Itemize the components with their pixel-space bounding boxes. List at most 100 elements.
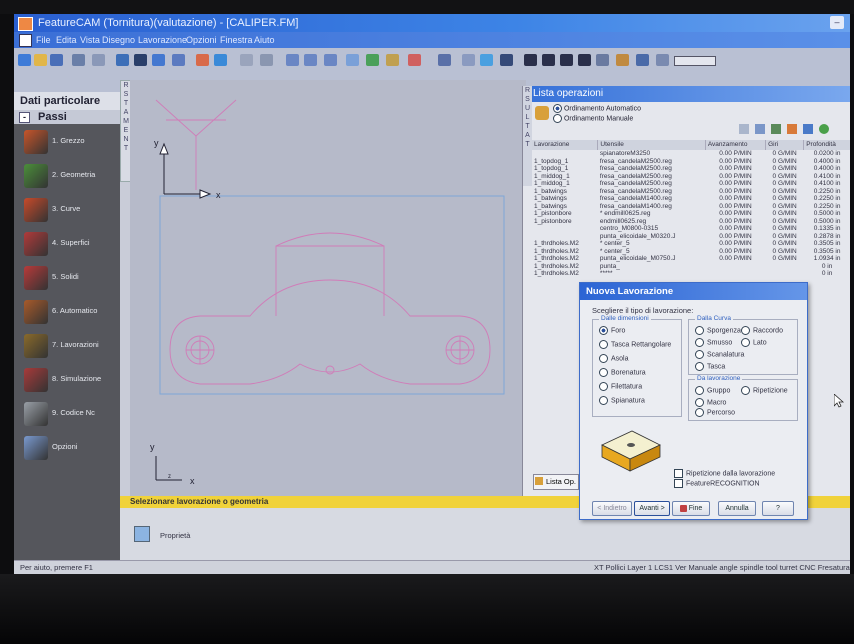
render-icon[interactable] bbox=[214, 54, 227, 66]
table-row[interactable]: 1_topdog_1 fresa_candelaM2500.reg 0.00 P/M… bbox=[532, 165, 850, 173]
step-item-9[interactable]: 9. Codice Nc bbox=[20, 400, 120, 430]
simulate-icon[interactable] bbox=[408, 54, 421, 66]
save-icon[interactable] bbox=[50, 54, 63, 66]
column-header[interactable]: Avanzamento bbox=[705, 140, 767, 150]
table-row[interactable]: 1_pistonbore * endmill0625.reg 0.00 P/MIN 0… bbox=[532, 210, 850, 218]
finish-button[interactable]: Fine bbox=[672, 501, 710, 516]
lock-icon[interactable] bbox=[535, 106, 549, 120]
option-gruppo[interactable]: Gruppo bbox=[695, 386, 730, 395]
table-row[interactable]: 1_thrdholes.M2 punta_elicoidale_M0750.J 0.… bbox=[532, 255, 850, 263]
radio-button[interactable] bbox=[695, 326, 704, 335]
step-item-3[interactable]: 3. Curve bbox=[20, 196, 120, 226]
toolbar-icon-2[interactable] bbox=[755, 124, 765, 134]
feature-icon[interactable] bbox=[346, 54, 359, 66]
option-sporgenza[interactable]: Sporgenza bbox=[695, 326, 741, 335]
table-row[interactable]: 1_batwings fresa_candelaM2500.reg 0.00 P/M… bbox=[532, 188, 850, 196]
repeat-checkbox-row[interactable]: Ripetizione dalla lavorazione bbox=[674, 469, 775, 478]
option-tasca-rettangolare[interactable]: Tasca Rettangolare bbox=[599, 340, 671, 349]
toolpath-icon[interactable] bbox=[386, 54, 399, 66]
table-row[interactable]: centro_M0800-0315 0.00 P/MIN 0 G/MIN 0.1335… bbox=[532, 225, 850, 233]
graphics-viewport[interactable]: y x y x z bbox=[130, 80, 526, 506]
step-item-7[interactable]: 7. Lavorazioni bbox=[20, 332, 120, 362]
speed-slider[interactable] bbox=[674, 56, 716, 66]
option-foro[interactable]: Foro bbox=[599, 326, 625, 335]
table-row[interactable]: 1_batwings fresa_candelaM1400.reg 0.00 P/M… bbox=[532, 195, 850, 203]
step-icon[interactable] bbox=[578, 54, 591, 66]
up-arrow-icon[interactable] bbox=[438, 54, 451, 66]
open-folder-icon[interactable] bbox=[34, 54, 47, 66]
option-percorso[interactable]: Percorso bbox=[695, 408, 735, 417]
pan-icon[interactable] bbox=[116, 54, 129, 66]
sort-auto-radio[interactable] bbox=[553, 104, 562, 113]
column-header[interactable]: Giri bbox=[765, 140, 805, 150]
stop-icon[interactable] bbox=[524, 54, 537, 66]
help-button[interactable]: ? bbox=[762, 501, 794, 516]
radio-button[interactable] bbox=[741, 386, 750, 395]
step-item-6[interactable]: 6. Automatico bbox=[20, 298, 120, 328]
radio-button[interactable] bbox=[695, 350, 704, 359]
table-row[interactable]: 1_pistonbore endmill0625.reg 0.00 P/MIN 0 G… bbox=[532, 218, 850, 226]
line-icon[interactable] bbox=[260, 54, 273, 66]
step-item-1[interactable]: 1. Grezzo bbox=[20, 128, 120, 158]
step-item-10[interactable]: Opzioni bbox=[20, 434, 120, 464]
option-raccordo[interactable]: Raccordo bbox=[741, 326, 783, 335]
menu-machining[interactable]: Lavorazione bbox=[138, 32, 187, 48]
recognition-checkbox-row[interactable]: FeatureRECOGNITION bbox=[674, 479, 760, 488]
next-button[interactable]: Avanti > bbox=[634, 501, 670, 516]
collapse-toggle[interactable]: - bbox=[19, 112, 30, 123]
table-row[interactable]: spianatoreM3250 0.00 P/MIN 0 G/MIN 0.0200 i… bbox=[532, 150, 850, 158]
tool-icon[interactable] bbox=[596, 54, 609, 66]
results-vertical-tab[interactable]: R S U L T A T bbox=[523, 86, 532, 186]
table-row[interactable]: 1_thrdholes.M2 punta_ 0 in bbox=[532, 263, 850, 271]
arc-icon[interactable] bbox=[304, 54, 317, 66]
select-icon[interactable] bbox=[152, 54, 165, 66]
play-icon[interactable] bbox=[542, 54, 555, 66]
undo-icon[interactable] bbox=[92, 54, 105, 66]
step-item-2[interactable]: 2. Geometria bbox=[20, 162, 120, 192]
menu-view[interactable]: Vista bbox=[80, 32, 100, 48]
properties-label[interactable]: Proprietà bbox=[160, 531, 190, 540]
table-row[interactable]: 1_thrdholes.M2 ***** 0 in bbox=[532, 270, 850, 278]
print-icon[interactable] bbox=[72, 54, 85, 66]
radio-button[interactable] bbox=[741, 338, 750, 347]
stock-view-icon[interactable] bbox=[616, 54, 629, 66]
table-row[interactable]: punta_elicoidale_M0320.J 0.00 P/MIN 0 G/MI… bbox=[532, 233, 850, 241]
radio-button[interactable] bbox=[599, 382, 608, 391]
recognition-checkbox[interactable] bbox=[674, 479, 683, 488]
radio-button[interactable] bbox=[695, 398, 704, 407]
table-row[interactable]: 1_topdog_1 fresa_candelaM2500.reg 0.00 P/M… bbox=[532, 158, 850, 166]
back-button[interactable]: < Indietro bbox=[592, 501, 632, 516]
menu-edit[interactable]: Edita bbox=[56, 32, 77, 48]
option-ripetizione[interactable]: Ripetizione bbox=[741, 386, 788, 395]
radio-button[interactable] bbox=[599, 396, 608, 405]
table-row[interactable]: 1_batwings fresa_candelaM1400.reg 0.00 P/M… bbox=[532, 203, 850, 211]
radio-button[interactable] bbox=[599, 340, 608, 349]
radio-button[interactable] bbox=[695, 408, 704, 417]
toolbar-icon-4[interactable] bbox=[787, 124, 797, 134]
table-row[interactable]: 1_middog_1 fresa_candelaM2500.reg 0.00 P/M… bbox=[532, 180, 850, 188]
option-macro[interactable]: Macro bbox=[695, 398, 726, 407]
cancel-button[interactable]: Annulla bbox=[718, 501, 756, 516]
option-spianatura[interactable]: Spianatura bbox=[599, 396, 645, 405]
option-smusso[interactable]: Smusso bbox=[695, 338, 732, 347]
view-icon[interactable] bbox=[196, 54, 209, 66]
sort-auto-option[interactable]: Ordinamento Automatico bbox=[553, 104, 641, 113]
radio-button[interactable] bbox=[741, 326, 750, 335]
repeat-checkbox[interactable] bbox=[674, 469, 683, 478]
chain-icon[interactable] bbox=[324, 54, 337, 66]
column-header[interactable]: Utensile bbox=[597, 140, 706, 150]
menu-file[interactable]: File bbox=[36, 32, 51, 48]
new-file-icon[interactable] bbox=[18, 54, 31, 66]
option-filettatura[interactable]: Filettatura bbox=[599, 382, 642, 391]
curve-icon[interactable] bbox=[286, 54, 299, 66]
radio-button[interactable] bbox=[695, 338, 704, 347]
option-lato[interactable]: Lato bbox=[741, 338, 767, 347]
option-scanalatura[interactable]: Scanalatura bbox=[695, 350, 744, 359]
document-icon[interactable] bbox=[19, 34, 32, 47]
centerline-icon[interactable] bbox=[462, 54, 475, 66]
option-tasca[interactable]: Tasca bbox=[695, 362, 725, 371]
toolbar-icon-5[interactable] bbox=[803, 124, 813, 134]
sort-manual-radio[interactable] bbox=[553, 114, 562, 123]
step-item-8[interactable]: 8. Simulazione bbox=[20, 366, 120, 396]
menu-help[interactable]: Aiuto bbox=[254, 32, 275, 48]
